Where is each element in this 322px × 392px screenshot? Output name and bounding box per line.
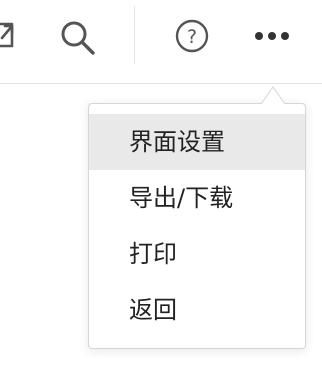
search-icon[interactable]: [58, 18, 98, 58]
menu-item-interface-settings[interactable]: 界面设置: [89, 114, 305, 170]
page: ? 界面设置 导出/下载 打印 返回: [0, 0, 322, 392]
help-icon[interactable]: ?: [174, 18, 210, 54]
menu-list: 界面设置 导出/下载 打印 返回: [89, 114, 305, 338]
more-icon[interactable]: [252, 24, 292, 48]
help-icon-glyph: ?: [187, 26, 197, 48]
toolbar-divider: [134, 6, 135, 64]
more-menu: 界面设置 导出/下载 打印 返回: [88, 103, 306, 349]
menu-caret: [261, 86, 285, 104]
menu-item-print[interactable]: 打印: [89, 226, 305, 282]
expand-icon[interactable]: [0, 18, 22, 52]
toolbar: ?: [0, 0, 322, 84]
menu-item-back[interactable]: 返回: [89, 282, 305, 338]
menu-item-export-download[interactable]: 导出/下载: [89, 170, 305, 226]
